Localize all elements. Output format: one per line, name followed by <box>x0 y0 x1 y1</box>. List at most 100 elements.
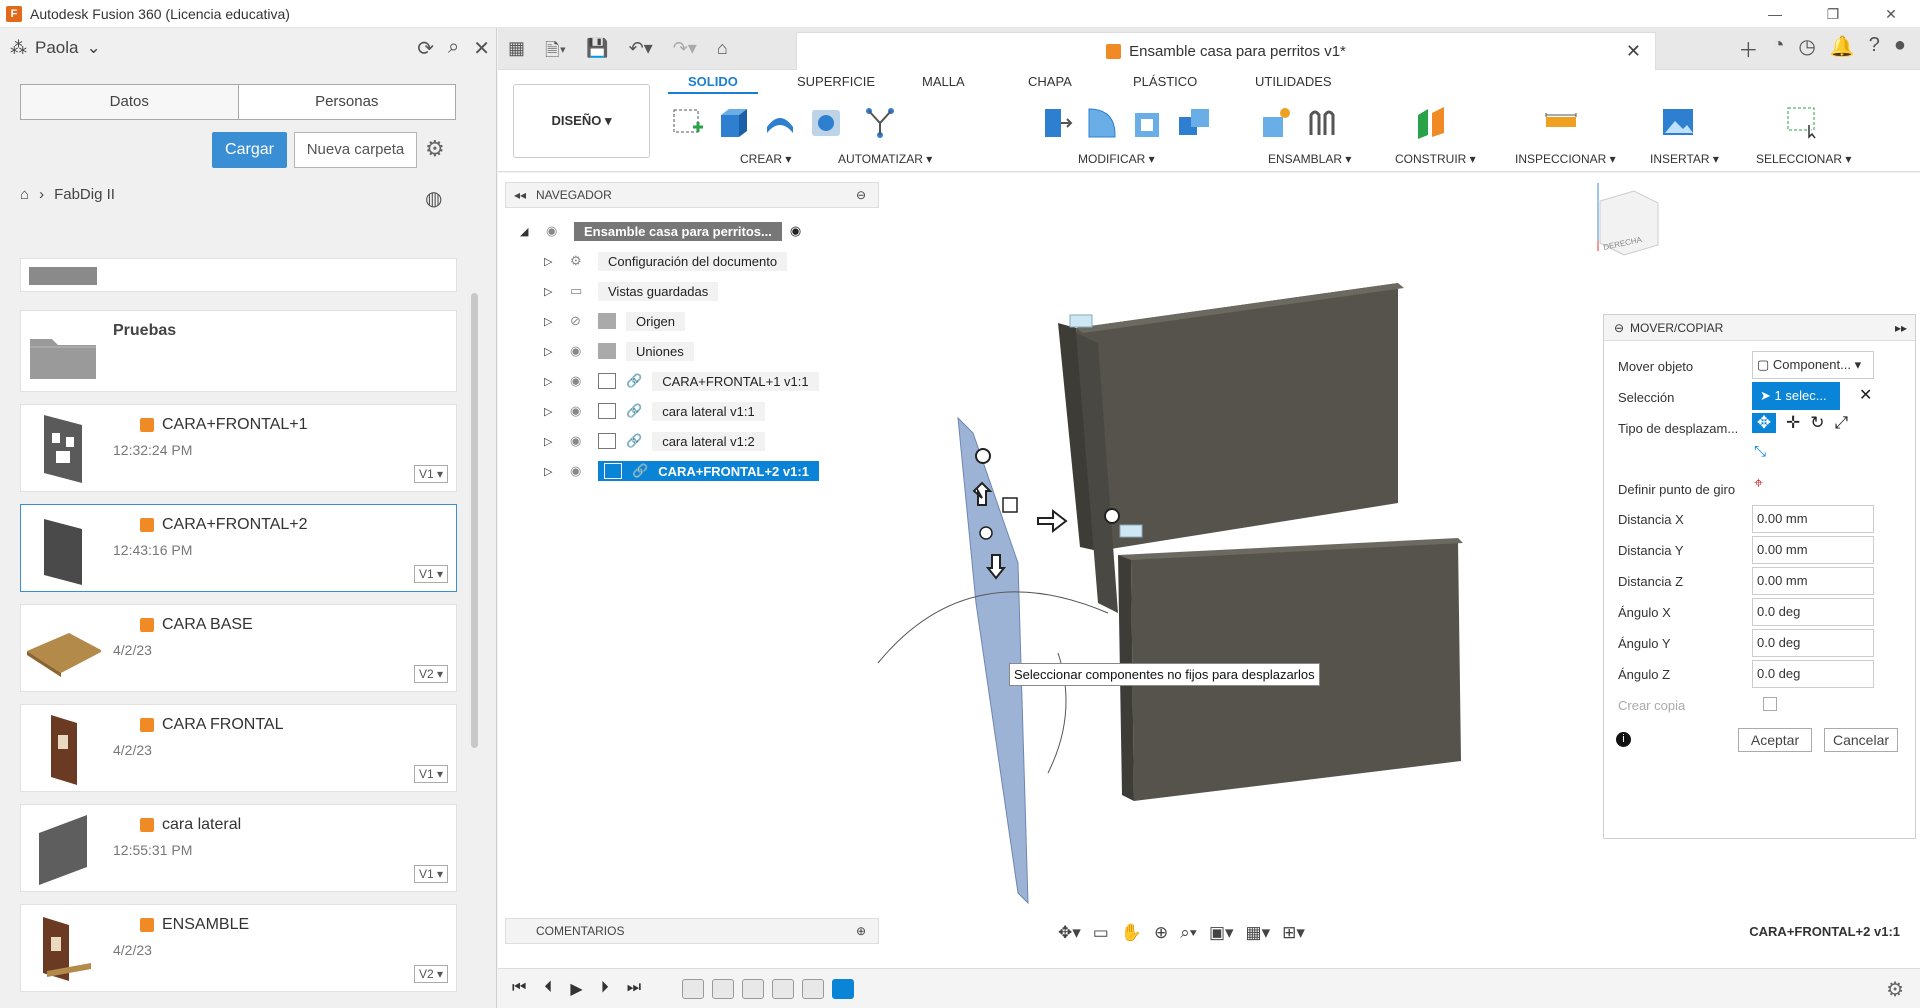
tree-root-label[interactable]: Ensamble casa para perritos... <box>574 221 782 241</box>
list-item[interactable]: CARA+FRONTAL+1 12:32:24 PM V1 ▾ <box>20 404 457 492</box>
eye-icon[interactable]: ◉ <box>570 343 588 359</box>
tab-datos[interactable]: Datos <box>21 85 239 119</box>
tree-node-label[interactable]: Uniones <box>626 341 694 361</box>
tab-malla[interactable]: MALLA <box>922 74 965 89</box>
collapsed-triangle-icon[interactable]: ▷ <box>544 255 558 268</box>
minus-circle-icon[interactable]: ⊖ <box>856 183 866 207</box>
collapsed-triangle-icon[interactable]: ▷ <box>544 345 558 358</box>
play-icon[interactable]: ▶ <box>570 979 582 999</box>
eye-hidden-icon[interactable]: ⊘ <box>570 313 588 329</box>
collapsed-triangle-icon[interactable]: ▷ <box>544 315 558 328</box>
home-tab-icon[interactable]: ⌂ <box>717 38 728 68</box>
last-step-icon[interactable]: ⏭ <box>627 979 641 999</box>
minus-circle-icon[interactable]: ⊖ <box>1614 315 1624 341</box>
distance-x-input[interactable]: 0.00 mm <box>1752 505 1874 533</box>
restore-button[interactable]: ❐ <box>1804 0 1862 28</box>
tree-node[interactable]: ▷ ⚙ Configuración del documento <box>520 246 880 276</box>
display-settings-icon[interactable]: ▣▾ <box>1209 923 1234 943</box>
tree-node-label[interactable]: Configuración del documento <box>598 251 788 271</box>
list-item[interactable]: ENSAMBLE 4/2/23 V2 ▾ <box>20 904 457 992</box>
job-status-icon[interactable]: ◷ <box>1798 34 1815 63</box>
first-step-icon[interactable]: ⏮ <box>512 979 526 999</box>
close-window-button[interactable]: ✕ <box>1862 0 1920 28</box>
tree-node[interactable]: ▷ ◉ 🔗 CARA+FRONTAL+1 v1:1 <box>520 366 880 396</box>
automate-icon[interactable] <box>862 104 898 140</box>
gear-icon[interactable]: ⚙ <box>1886 977 1904 1002</box>
tree-node-selected-label[interactable]: 🔗 CARA+FRONTAL+2 v1:1 <box>598 461 819 481</box>
version-dropdown[interactable]: V1 ▾ <box>413 465 448 483</box>
tree-node-selected[interactable]: ▷ ◉ 🔗 CARA+FRONTAL+2 v1:1 <box>520 456 880 486</box>
refresh-icon[interactable]: ⟳ <box>417 36 434 61</box>
assemble-group-label[interactable]: ENSAMBLAR ▾ <box>1268 152 1351 166</box>
timeline-feature[interactable] <box>772 979 794 999</box>
tree-node-label[interactable]: cara lateral v1:2 <box>652 431 765 451</box>
tab-superficie[interactable]: SUPERFICIE <box>797 74 875 89</box>
point-to-point-icon[interactable]: ⤢ <box>1835 413 1849 433</box>
collapse-left-icon[interactable]: ◂◂ <box>514 183 526 207</box>
timeline-feature[interactable] <box>802 979 824 999</box>
move-object-dropdown[interactable]: ▢ Component... ▾ <box>1752 351 1874 379</box>
zoom-icon[interactable]: ⊕ <box>1154 923 1168 943</box>
version-dropdown[interactable]: V2 ▾ <box>413 965 448 983</box>
version-dropdown[interactable]: V1 ▾ <box>413 565 448 583</box>
document-tab[interactable]: Ensamble casa para perritos v1* ✕ <box>796 32 1656 70</box>
dialog-header[interactable]: ⊖ MOVER/COPIAR ▸▸ <box>1604 315 1915 341</box>
collapsed-triangle-icon[interactable]: ▷ <box>544 435 558 448</box>
offset-plane-icon[interactable] <box>1413 104 1449 140</box>
inspect-group-label[interactable]: INSPECCIONAR ▾ <box>1515 152 1616 166</box>
tree-node-label[interactable]: Origen <box>626 311 686 331</box>
cancel-button[interactable]: Cancelar <box>1824 728 1898 752</box>
look-at-icon[interactable]: ▭ <box>1093 923 1109 943</box>
angle-x-input[interactable]: 0.0 deg <box>1752 598 1874 626</box>
new-component-icon[interactable] <box>1258 104 1294 140</box>
distance-z-input[interactable]: 0.00 mm <box>1752 567 1874 595</box>
modify-group-label[interactable]: MODIFICAR ▾ <box>1078 152 1155 166</box>
version-dropdown[interactable]: V1 ▾ <box>413 865 448 883</box>
list-item-partial[interactable] <box>20 258 457 292</box>
extrude-icon[interactable] <box>716 104 752 140</box>
tree-node-label[interactable]: Vistas guardadas <box>598 281 719 301</box>
tree-node-root[interactable]: ◢ ◉ Ensamble casa para perritos... ◉ <box>520 216 880 246</box>
combine-icon[interactable] <box>1176 104 1212 140</box>
tab-solido[interactable]: SOLIDO <box>688 74 738 89</box>
app-grid-icon[interactable]: ▦ <box>508 38 525 68</box>
breadcrumb-project[interactable]: FabDig II <box>54 186 115 203</box>
undo-icon[interactable]: ↶▾ <box>629 38 653 68</box>
collapsed-triangle-icon[interactable]: ▷ <box>544 465 558 478</box>
angle-y-input[interactable]: 0.0 deg <box>1752 629 1874 657</box>
help-icon[interactable]: ? <box>1869 34 1880 63</box>
info-icon[interactable]: i <box>1616 732 1631 747</box>
version-dropdown[interactable]: V2 ▾ <box>413 665 448 683</box>
new-tab-icon[interactable]: ＋ <box>1738 34 1758 63</box>
distance-y-input[interactable]: 0.00 mm <box>1752 536 1874 564</box>
collapsed-triangle-icon[interactable]: ▷ <box>544 375 558 388</box>
collapsed-triangle-icon[interactable]: ▷ <box>544 405 558 418</box>
new-folder-button[interactable]: Nueva carpeta <box>294 132 417 168</box>
tab-chapa[interactable]: CHAPA <box>1028 74 1072 89</box>
eye-icon[interactable]: ◉ <box>570 373 588 389</box>
construct-group-label[interactable]: CONSTRUIR ▾ <box>1395 152 1476 166</box>
activate-radio-icon[interactable]: ◉ <box>790 223 801 239</box>
home-icon[interactable]: ⌂ <box>20 186 29 203</box>
shell-icon[interactable] <box>1130 104 1166 140</box>
point-to-position-icon[interactable]: ⤡ <box>1754 443 1766 460</box>
insert-image-icon[interactable] <box>1660 104 1696 140</box>
rotate-icon[interactable]: ↻ <box>1810 413 1824 433</box>
eye-icon[interactable]: ◉ <box>570 433 588 449</box>
version-dropdown[interactable]: V1 ▾ <box>413 765 448 783</box>
file-menu-icon[interactable]: 🗎▾ <box>545 38 566 68</box>
orbit-icon[interactable]: ✥▾ <box>1058 923 1081 943</box>
angle-z-input[interactable]: 0.0 deg <box>1752 660 1874 688</box>
tree-node[interactable]: ▷ ▭ Vistas guardadas <box>520 276 880 306</box>
ok-button[interactable]: Aceptar <box>1738 728 1812 752</box>
list-item[interactable]: CARA FRONTAL 4/2/23 V1 ▾ <box>20 704 457 792</box>
tree-node[interactable]: ▷ ◉ 🔗 cara lateral v1:2 <box>520 426 880 456</box>
timeline-feature[interactable] <box>712 979 734 999</box>
select-box-icon[interactable] <box>1784 104 1820 140</box>
gear-icon[interactable]: ⚙ <box>425 136 445 162</box>
grid-icon[interactable]: ▦▾ <box>1246 923 1271 943</box>
expanded-triangle-icon[interactable]: ◢ <box>520 225 534 238</box>
avatar[interactable]: ● <box>1894 34 1906 63</box>
list-item[interactable]: cara lateral 12:55:31 PM V1 ▾ <box>20 804 457 892</box>
expand-icon[interactable]: ▸▸ <box>1895 315 1907 341</box>
